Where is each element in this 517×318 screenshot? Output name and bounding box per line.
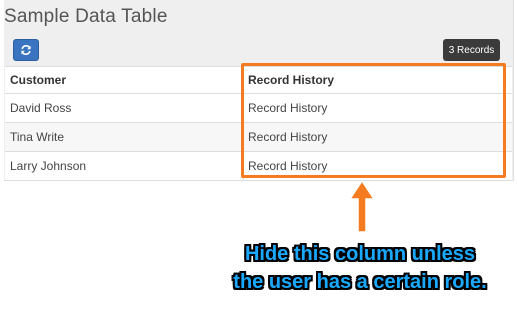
- customer-cell: Larry Johnson: [10, 159, 87, 173]
- customer-cell: David Ross: [10, 101, 72, 115]
- refresh-button[interactable]: [13, 39, 39, 61]
- column-header-customer[interactable]: Customer: [10, 67, 66, 93]
- arrow-up-icon: [348, 180, 376, 233]
- page-title: Sample Data Table: [4, 6, 168, 27]
- records-count-button[interactable]: 3 Records: [443, 39, 500, 61]
- annotation-callout: Hide this column unless the user has a c…: [205, 240, 515, 296]
- annotation-line-2: the user has a certain role.: [233, 271, 487, 293]
- refresh-icon: [21, 44, 31, 56]
- customer-cell: Tina Write: [10, 130, 65, 144]
- column-highlight-box: [241, 63, 506, 178]
- annotation-line-1: Hide this column unless: [244, 243, 476, 265]
